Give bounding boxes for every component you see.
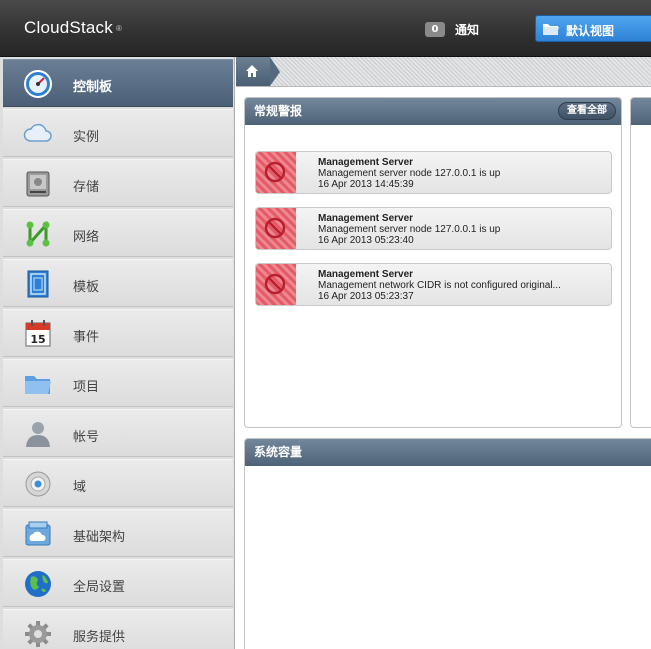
alert-item[interactable]: Management Server Management network CID…	[255, 263, 612, 306]
sidebar-item-label: 事件	[73, 330, 100, 345]
alert-message: Management network CIDR is not configure…	[318, 280, 561, 291]
network-icon	[26, 221, 50, 247]
alert-stripe	[256, 264, 296, 305]
sidebar-item-projects[interactable]: 项目	[3, 359, 233, 407]
sidebar-item-service-offerings[interactable]: 服务提供	[3, 609, 233, 649]
sidebar-nav: 控制板 实例 存储 网络 模板 15 事件 项目 帐号 域 基础架构 全局设置 …	[0, 57, 235, 649]
sidebar-item-domains[interactable]: 域	[3, 459, 233, 507]
breadcrumb	[236, 57, 651, 87]
alert-time: 16 Apr 2013 05:23:37	[318, 291, 414, 302]
sidebar-item-label: 服务提供	[73, 630, 126, 645]
alert-time: 16 Apr 2013 14:45:39	[318, 179, 414, 190]
view-selector[interactable]: 默认视图	[535, 15, 651, 42]
folder-icon	[543, 24, 559, 35]
sidebar-item-label: 实例	[73, 130, 100, 145]
sidebar-item-label: 全局设置	[73, 580, 126, 595]
home-icon	[246, 65, 258, 77]
folder-icon	[25, 376, 51, 394]
notification-count-badge[interactable]: 0	[425, 22, 445, 37]
general-alerts-header: 常规警报 查看全部	[245, 98, 621, 125]
sidebar-item-label: 帐号	[73, 430, 100, 445]
error-icon	[264, 161, 286, 183]
general-alerts-panel: 常规警报 查看全部 Management Server Management s…	[244, 97, 622, 428]
view-selector-label: 默认视图	[566, 24, 615, 38]
alert-item[interactable]: Management Server Management server node…	[255, 207, 612, 250]
error-icon	[264, 217, 286, 239]
sidebar-item-label: 项目	[73, 380, 100, 395]
alert-title: Management Server	[318, 157, 414, 168]
globe-icon	[25, 571, 51, 597]
dashboard-icon	[24, 70, 52, 98]
gear-icon	[25, 621, 51, 647]
sidebar-item-accounts[interactable]: 帐号	[3, 409, 233, 457]
sidebar-item-templates[interactable]: 模板	[3, 259, 233, 307]
error-icon	[264, 273, 286, 295]
alert-title: Management Server	[318, 269, 414, 280]
svg-text:15: 15	[30, 333, 45, 346]
system-capacity-header: 系统容量	[245, 439, 651, 466]
sidebar-item-events[interactable]: 15 事件	[3, 309, 233, 357]
sidebar-item-label: 域	[73, 480, 87, 495]
alert-message: Management server node 127.0.0.1 is up	[318, 168, 501, 179]
registered-mark: ®	[115, 24, 123, 34]
sidebar-item-label: 模板	[73, 280, 100, 295]
right-panel-partial	[630, 97, 651, 428]
right-panel-header	[631, 98, 651, 125]
panel-title: 常规警报	[254, 104, 303, 118]
sidebar-item-dashboard[interactable]: 控制板	[3, 59, 233, 107]
system-capacity-panel: 系统容量	[244, 438, 651, 649]
sidebar-item-label: 网络	[73, 230, 100, 245]
top-header: CloudStack ® 0 通知 默认视图	[0, 0, 651, 57]
alert-stripe	[256, 208, 296, 249]
sidebar-item-infrastructure[interactable]: 基础架构	[3, 509, 233, 557]
template-icon	[27, 270, 49, 298]
sidebar-item-label: 控制板	[73, 80, 113, 95]
breadcrumb-home[interactable]	[236, 57, 280, 86]
alert-time: 16 Apr 2013 05:23:40	[318, 235, 414, 246]
calendar-icon: 15	[25, 320, 51, 347]
alert-item[interactable]: Management Server Management server node…	[255, 151, 612, 194]
storage-icon	[26, 171, 50, 197]
notifications-link[interactable]: 通知	[455, 21, 479, 38]
infrastructure-icon	[25, 521, 51, 546]
alert-title: Management Server	[318, 213, 414, 224]
sidebar-item-storage[interactable]: 存储	[3, 159, 233, 207]
view-all-button[interactable]: 查看全部	[558, 102, 616, 120]
panel-title: 系统容量	[254, 445, 303, 459]
sidebar-item-instances[interactable]: 实例	[3, 109, 233, 157]
logo-text: CloudStack	[24, 18, 113, 37]
sidebar-item-label: 存储	[73, 180, 100, 195]
user-icon	[26, 422, 50, 447]
alert-message: Management server node 127.0.0.1 is up	[318, 224, 501, 235]
cloud-icon	[23, 123, 52, 142]
sidebar-item-label: 基础架构	[73, 530, 126, 545]
cloudstack-logo[interactable]: CloudStack ®	[24, 18, 122, 38]
alert-stripe	[256, 152, 296, 193]
sidebar-item-global-settings[interactable]: 全局设置	[3, 559, 233, 607]
sidebar-item-network[interactable]: 网络	[3, 209, 233, 257]
domain-icon	[25, 471, 51, 497]
